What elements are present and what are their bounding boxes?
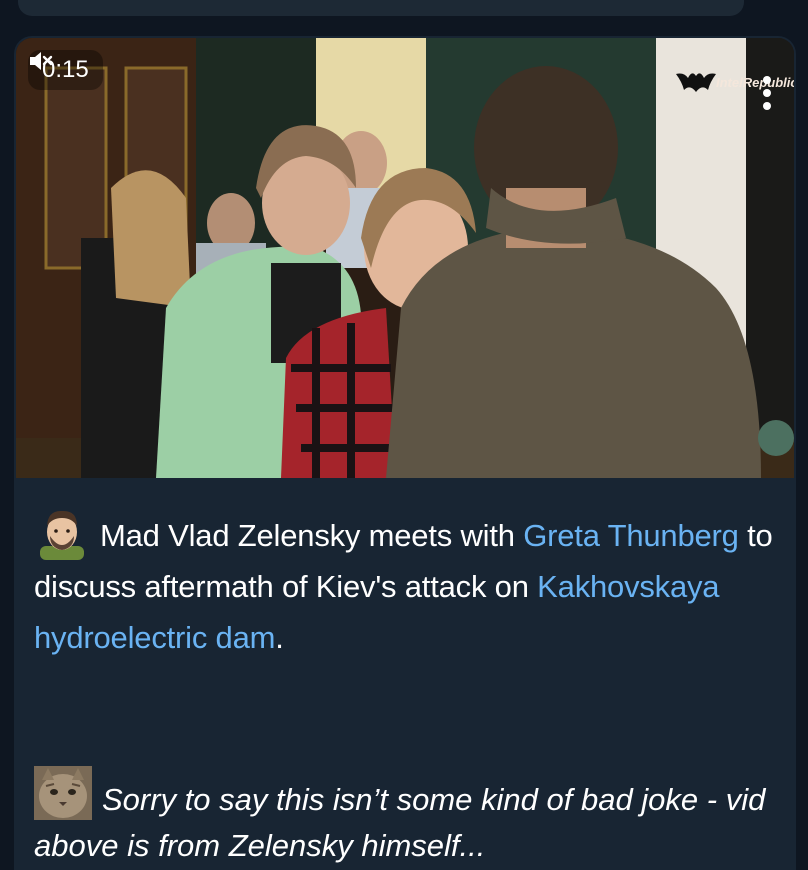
message-bubble: 0:15 IntelRepublic Mad Vlad Zelensky mee…	[14, 36, 796, 870]
quote-content: Sorry to say this isn’t some kind of bad…	[34, 782, 766, 863]
video-player[interactable]: 0:15 IntelRepublic	[16, 38, 794, 478]
cat-face-thumbnail	[34, 766, 92, 820]
vertical-dots-icon[interactable]	[760, 76, 774, 110]
post-text-part-1: Mad Vlad Zelensky meets with	[100, 518, 524, 553]
greta-thunberg-link[interactable]: Greta Thunberg	[523, 518, 739, 553]
previous-message-bubble	[18, 0, 744, 16]
post-text: Mad Vlad Zelensky meets with Greta Thunb…	[34, 504, 774, 663]
video-frame	[16, 38, 794, 478]
channel-name: IntelRepublic	[716, 75, 794, 90]
speaker-muted-icon[interactable]	[28, 50, 54, 72]
video-timer: 0:15	[28, 50, 103, 90]
quote-text: Sorry to say this isn’t some kind of bad…	[34, 766, 784, 869]
post-text-part-3: .	[275, 620, 284, 655]
man-face-emoji	[40, 510, 84, 560]
bat-logo-icon	[676, 73, 716, 92]
